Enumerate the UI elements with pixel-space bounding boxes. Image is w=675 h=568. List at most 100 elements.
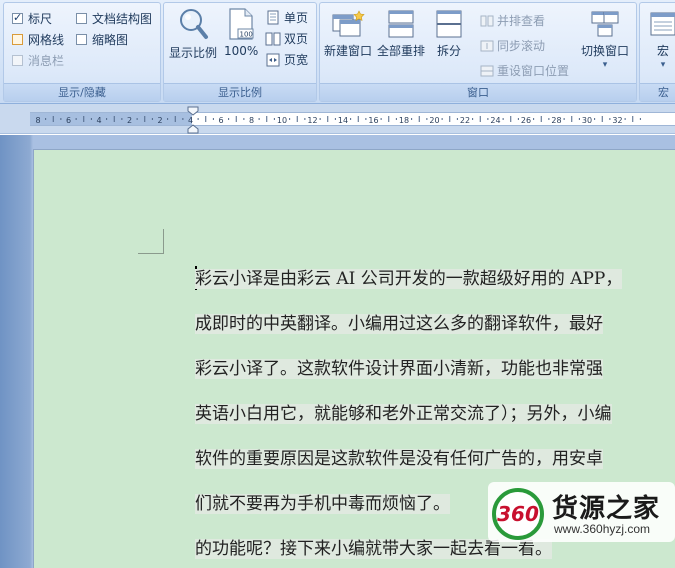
sync-scroll-label: 同步滚动 bbox=[497, 39, 546, 53]
split-button[interactable]: 拆分 bbox=[434, 9, 464, 59]
page-100-icon: 100 bbox=[229, 8, 254, 40]
reset-position-button[interactable]: 重设窗口位置 bbox=[480, 62, 569, 79]
hundred-button-label: 100% bbox=[224, 44, 259, 58]
chevron-down-icon: ▾ bbox=[660, 60, 666, 70]
magnifier-icon bbox=[180, 9, 208, 39]
ruler-label: 32 bbox=[612, 116, 622, 125]
page-margin-corner-mark bbox=[138, 229, 164, 254]
horizontal-ruler[interactable]: 8 6 4 2 2 4 6 8 10 12 14 16 18 20 22 24 26 28 30 32 bbox=[0, 104, 675, 134]
ruler-label: 8 bbox=[249, 116, 254, 125]
new-window-label: 新建窗口 bbox=[324, 44, 373, 58]
two-pages-icon bbox=[265, 32, 281, 45]
checkbox-icon bbox=[76, 33, 87, 45]
ruler-ticks: 8 6 4 2 2 4 6 8 10 12 14 16 18 20 22 24 26 28 30 32 bbox=[35, 116, 641, 125]
checkbox-icon bbox=[12, 33, 23, 45]
group-label-window: 窗口 bbox=[320, 83, 636, 101]
two-pages-button[interactable]: 双页 bbox=[265, 30, 308, 47]
ruler-label: 6 bbox=[66, 116, 71, 125]
zoom-button-label: 显示比例 bbox=[169, 46, 218, 60]
ruler-checkbox[interactable]: 标尺 bbox=[12, 9, 52, 27]
group-label-show-hide: 显示/隐藏 bbox=[4, 83, 160, 101]
ruler-label: 2 bbox=[157, 116, 162, 125]
switch-windows-button[interactable]: 切换窗口 ▾ bbox=[581, 9, 629, 70]
ruler-label: 22 bbox=[460, 116, 470, 125]
group-macros: 宏 ▾ 宏 bbox=[639, 2, 675, 102]
reset-position-label: 重设窗口位置 bbox=[497, 64, 570, 78]
one-page-icon bbox=[267, 10, 279, 24]
doc-map-label: 文档结构图 bbox=[92, 11, 153, 26]
group-show-hide: 标尺 文档结构图 网格线 缩略图 消息栏 显示/隐藏 bbox=[3, 2, 161, 102]
watermark-brand: 货源之家 bbox=[552, 494, 661, 524]
doc-line[interactable]: 彩云小译是由彩云 AI 公司开发的一款超级好用的 APP， bbox=[195, 266, 623, 292]
doc-line[interactable]: 们就不要再为手机中毒而烦恼了。 bbox=[195, 491, 450, 517]
macros-icon bbox=[650, 12, 675, 36]
group-zoom: 显示比例 100 100% 单页 双页 页宽 显示比例 bbox=[163, 2, 317, 102]
ruler-label: 18 bbox=[399, 116, 409, 125]
gridlines-checkbox[interactable]: 网格线 bbox=[12, 30, 64, 48]
gridlines-label: 网格线 bbox=[28, 32, 65, 47]
switch-windows-label: 切换窗口 bbox=[581, 44, 630, 58]
group-label-macros: 宏 bbox=[640, 83, 675, 101]
ruler-label: 10 bbox=[277, 116, 287, 125]
doc-line[interactable]: 彩云小译了。这款软件设计界面小清新，功能也非常强 bbox=[195, 356, 603, 382]
message-bar-checkbox[interactable]: 消息栏 bbox=[12, 51, 64, 69]
360-logo-icon: 360 bbox=[492, 488, 544, 540]
sync-scroll-icon bbox=[480, 40, 494, 51]
one-page-label: 单页 bbox=[284, 11, 309, 25]
arrange-all-button[interactable]: 全部重排 bbox=[377, 9, 425, 59]
ruler-strip: 8 6 4 2 2 4 6 8 10 12 14 16 18 20 22 24 26 28 30 32 bbox=[30, 112, 675, 126]
svg-text:100: 100 bbox=[240, 31, 253, 39]
ruler-label: 14 bbox=[338, 116, 348, 125]
ruler-label: 26 bbox=[521, 116, 531, 125]
ruler-label: 30 bbox=[582, 116, 592, 125]
ruler-label: 28 bbox=[551, 116, 561, 125]
ruler-label: 2 bbox=[127, 116, 132, 125]
ruler-label: 20 bbox=[429, 116, 439, 125]
arrange-all-icon bbox=[388, 10, 414, 38]
hundred-percent-button[interactable]: 100 100% bbox=[224, 7, 258, 58]
indent-marker-icon[interactable] bbox=[187, 106, 199, 134]
ruler-label: 标尺 bbox=[28, 11, 53, 26]
ruler-label: 16 bbox=[368, 116, 378, 125]
checkbox-checked-icon bbox=[12, 11, 23, 24]
split-icon bbox=[436, 10, 462, 38]
one-page-button[interactable]: 单页 bbox=[265, 9, 308, 26]
watermark-url: www.360hyzj.com bbox=[554, 522, 651, 536]
side-by-side-label: 并排查看 bbox=[497, 14, 546, 28]
split-label: 拆分 bbox=[436, 44, 461, 58]
page-width-button[interactable]: 页宽 bbox=[265, 51, 308, 68]
chevron-down-icon: ▾ bbox=[602, 60, 608, 70]
switch-windows-icon bbox=[591, 11, 619, 37]
thumbnails-label: 缩略图 bbox=[92, 32, 129, 47]
two-pages-label: 双页 bbox=[284, 32, 309, 46]
page-width-label: 页宽 bbox=[284, 53, 309, 67]
doc-line[interactable]: 英语小白用它，就能够和老外正常交流了）；另外，小编 bbox=[195, 401, 612, 427]
doc-map-checkbox[interactable]: 文档结构图 bbox=[76, 9, 152, 27]
side-by-side-button[interactable]: 并排查看 bbox=[480, 12, 545, 29]
zoom-button[interactable]: 显示比例 bbox=[169, 7, 217, 61]
message-bar-label: 消息栏 bbox=[28, 53, 65, 68]
ribbon: 标尺 文档结构图 网格线 缩略图 消息栏 显示/隐藏 显示比例 bbox=[0, 0, 675, 104]
thumbnails-checkbox[interactable]: 缩略图 bbox=[76, 30, 128, 48]
ruler-label: 8 bbox=[35, 116, 40, 125]
ruler-label: 6 bbox=[218, 116, 223, 125]
logo-text: 360 bbox=[497, 502, 539, 526]
checkbox-icon bbox=[76, 12, 87, 24]
macros-label: 宏 bbox=[656, 44, 669, 58]
doc-line[interactable]: 软件的重要原因是这款软件是没有任何广告的，用安卓 bbox=[195, 446, 603, 472]
sync-scroll-button[interactable]: 同步滚动 bbox=[480, 37, 545, 54]
page-width-icon bbox=[266, 53, 280, 66]
checkbox-icon bbox=[12, 54, 23, 66]
ruler-label: 24 bbox=[490, 116, 500, 125]
group-window: 新建窗口 全部重排 拆分 并排查看 同步滚动 重设窗口位置 切换窗口 ▾ 窗口 bbox=[319, 2, 637, 102]
group-label-zoom: 显示比例 bbox=[164, 83, 316, 101]
doc-line[interactable]: 成即时的中英翻译。小编用过这么多的翻译软件，最好 bbox=[195, 311, 603, 337]
ruler-label: 4 bbox=[96, 116, 101, 125]
reset-position-icon bbox=[480, 65, 494, 76]
macros-button[interactable]: 宏 ▾ bbox=[648, 9, 675, 70]
new-window-icon bbox=[332, 10, 365, 37]
watermark: 360 货源之家 www.360hyzj.com bbox=[488, 482, 675, 542]
ruler-label: 12 bbox=[307, 116, 317, 125]
side-by-side-icon bbox=[480, 15, 494, 26]
new-window-button[interactable]: 新建窗口 bbox=[324, 9, 372, 59]
